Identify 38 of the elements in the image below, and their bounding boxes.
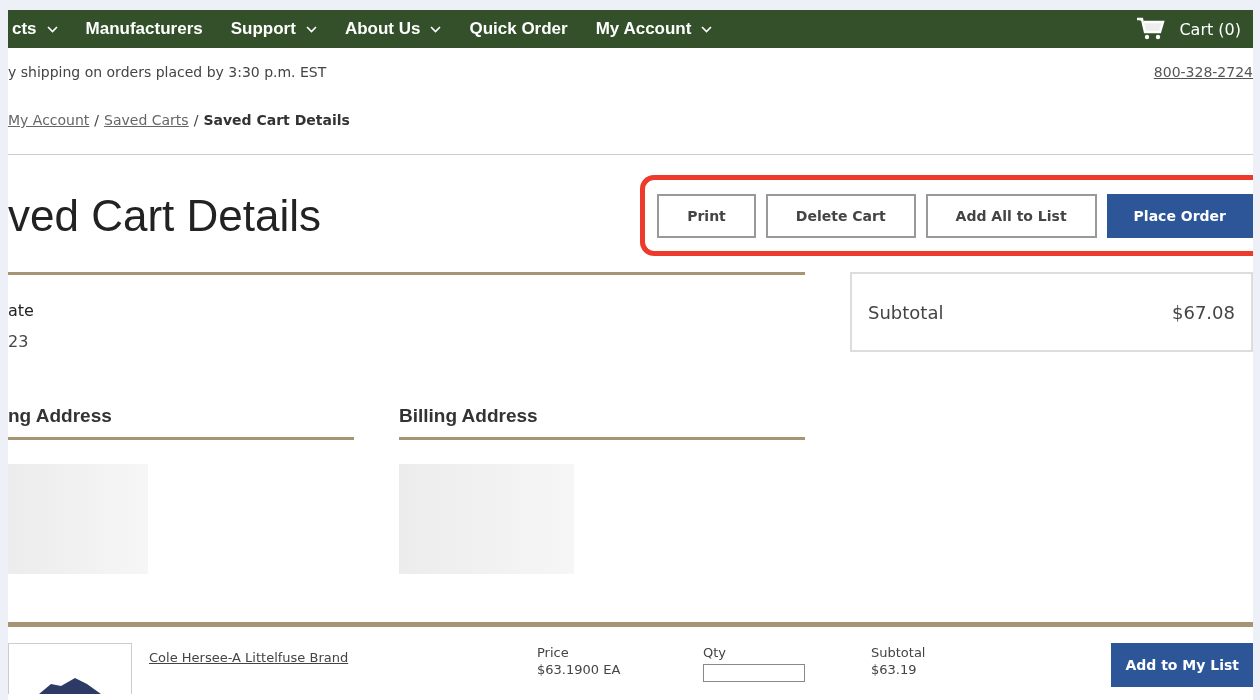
subtotal-label: Subtotal <box>868 301 944 323</box>
subtotal-label: Subtotal <box>871 645 927 660</box>
breadcrumb-separator: / <box>94 112 100 128</box>
action-button[interactable]: Add All to List <box>925 194 1097 238</box>
nav-link[interactable]: Manufacturers <box>85 19 203 39</box>
subtotal-value: $67.08 <box>1172 301 1235 323</box>
action-button[interactable]: Place Order <box>1106 194 1253 238</box>
date-label: ate <box>8 300 35 320</box>
page-title: ved Cart Details <box>8 190 321 241</box>
action-button[interactable]: Print <box>657 194 756 238</box>
address-heading: ng Address <box>8 405 354 440</box>
breadcrumb-link[interactable]: Saved Carts <box>104 112 189 128</box>
chevron-down-icon <box>46 25 58 33</box>
breadcrumb-link[interactable]: My Account <box>8 112 90 128</box>
date-value: 23 <box>8 331 30 351</box>
cart-link[interactable]: Cart (0) <box>1137 17 1241 41</box>
price-label: Price <box>537 645 570 660</box>
chevron-down-icon <box>305 25 317 33</box>
action-button[interactable]: Delete Cart <box>765 194 916 238</box>
price-value: $63.1900 EA <box>537 662 622 677</box>
current-page-label: Saved Cart Details <box>203 112 350 128</box>
nav-link[interactable]: Quick Order <box>469 19 568 39</box>
shipping-notice: y shipping on orders placed by 3:30 p.m. EST <box>8 64 327 82</box>
nav-link[interactable]: Support <box>230 19 317 39</box>
nav-link[interactable]: My Account <box>595 19 713 39</box>
nav-link[interactable]: cts <box>12 19 58 39</box>
chevron-down-icon <box>430 25 442 33</box>
qty-label: Qty <box>703 645 728 660</box>
brand-link[interactable]: Cole Hersee-A Littelfuse Brand <box>149 643 537 665</box>
nav-link[interactable]: About Us <box>344 19 442 39</box>
subtotal-value: $63.19 <box>871 662 918 677</box>
cart-icon <box>1137 17 1166 41</box>
address-heading: Billing Address <box>399 405 805 440</box>
breadcrumb-separator: / <box>193 112 199 128</box>
chevron-down-icon <box>701 25 713 33</box>
add-to-list-button[interactable]: Add to My List <box>1111 643 1253 687</box>
phone-link[interactable]: 800-328-2724 <box>1153 64 1253 104</box>
qty-field[interactable] <box>703 664 805 682</box>
